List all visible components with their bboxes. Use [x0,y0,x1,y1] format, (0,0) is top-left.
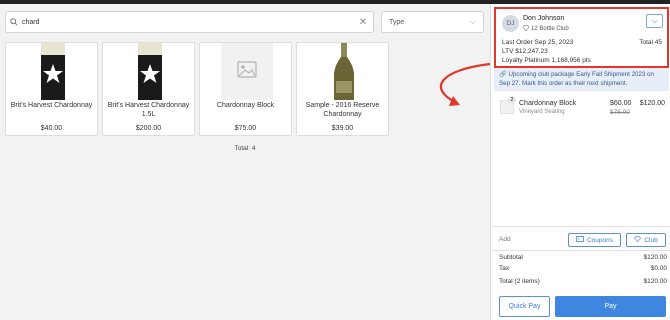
divider [491,250,670,251]
product-price: $200.00 [135,125,162,132]
avatar: DJ [502,15,519,32]
type-filter-label: Type [389,18,405,26]
subtotal-label: Subtotal [499,254,523,261]
product-name: Chardonnay Block [216,102,275,109]
link-icon: 🔗 [499,71,507,78]
product-pane: chard ✕ Type ⌵ Brit's Harvest Chardonnay… [0,4,490,320]
diamond-icon [634,236,642,244]
unit-price: $60.00 [610,100,632,107]
line-item-subtitle: Vineyard Seating [519,109,565,115]
line-item-name: Chardonnay Block [519,100,577,107]
cart-line-item[interactable]: 2 Chardonnay Block Vineyard Seating $60.… [497,96,667,120]
product-name: Brit's Harvest Chardonnay 1.5L [107,102,190,118]
lifetime-value: LTV $12,247.23 [502,48,548,55]
club-membership: 12 Bottle Club [522,25,569,33]
last-order: Last Order Sep 25, 2023 [502,39,574,46]
line-total: $120.00 [639,100,665,107]
search-icon [6,18,22,26]
expand-customer-button[interactable]: ⌵ [646,14,663,28]
diamond-icon [522,25,530,33]
product-card[interactable]: Brit's Harvest Chardonnay 1.5L $200.00 [102,42,195,136]
chevron-down-icon: ⌵ [469,17,476,26]
subtotal-value: $120.00 [643,254,668,261]
coupons-button[interactable]: Coupons [568,233,621,247]
total-label: Total (2 items) [499,278,540,285]
club-button[interactable]: Club [626,233,666,247]
product-name: Sample - 2016 Reserve Chardonnay [305,102,380,118]
subtotal-row: Subtotal $120.00 [499,254,667,261]
results-total: Total: 4 [234,145,256,152]
original-price: $75.00 [610,109,630,116]
wine-bottle-black-label-image [103,43,194,100]
loyalty-points: Loyalty Platinum 1,168,956 pts [502,57,591,64]
club-label: Club [644,236,658,244]
search-box[interactable]: chard ✕ [5,11,374,33]
product-price: $75.00 [234,125,257,132]
search-input[interactable]: chard [22,19,353,26]
product-grid: Brit's Harvest Chardonnay $40.00 Brit's … [5,42,389,136]
add-label[interactable]: Add [499,236,511,243]
club-shipment-notice[interactable]: 🔗 Upcoming club package Early Fall Shipm… [494,68,669,91]
cart-pane: DJ Don Johnson 12 Bottle Club ⌵ Last Ord… [490,4,670,320]
clear-search-icon[interactable]: ✕ [353,17,373,28]
wine-bottle-green-image [297,43,388,100]
product-card[interactable]: Brit's Harvest Chardonnay $40.00 [5,42,98,136]
quantity-badge: 2 [508,96,516,104]
club-name: 12 Bottle Club [531,26,569,32]
order-total-count: Total 45 [639,39,662,46]
total-row: Total (2 items) $120.00 [499,278,667,285]
placeholder-image-icon [200,43,291,100]
divider [491,226,670,227]
notice-text: Upcoming club package Early Fall Shipmen… [499,71,654,87]
wine-bottle-black-label-image [6,43,97,100]
coupon-icon [576,236,584,244]
product-card[interactable]: Chardonnay Block $75.00 [199,42,292,136]
tax-row: Tax $0.00 [499,265,667,272]
product-price: $39.00 [331,125,354,132]
chevron-down-icon: ⌵ [651,16,658,25]
customer-name[interactable]: Don Johnson [523,15,564,22]
product-card[interactable]: Sample - 2016 Reserve Chardonnay $39.00 [296,42,389,136]
type-filter-select[interactable]: Type ⌵ [381,11,484,33]
pay-button[interactable]: Pay [555,296,666,317]
tax-value: $0.00 [650,265,667,272]
customer-card: DJ Don Johnson 12 Bottle Club ⌵ Last Ord… [494,7,669,68]
quick-pay-button[interactable]: Quick Pay [499,296,550,317]
coupons-label: Coupons [586,236,614,244]
product-name: Brit's Harvest Chardonnay [10,102,93,109]
total-value: $120.00 [643,278,668,285]
tax-label: Tax [499,265,510,272]
product-price: $40.00 [40,125,63,132]
